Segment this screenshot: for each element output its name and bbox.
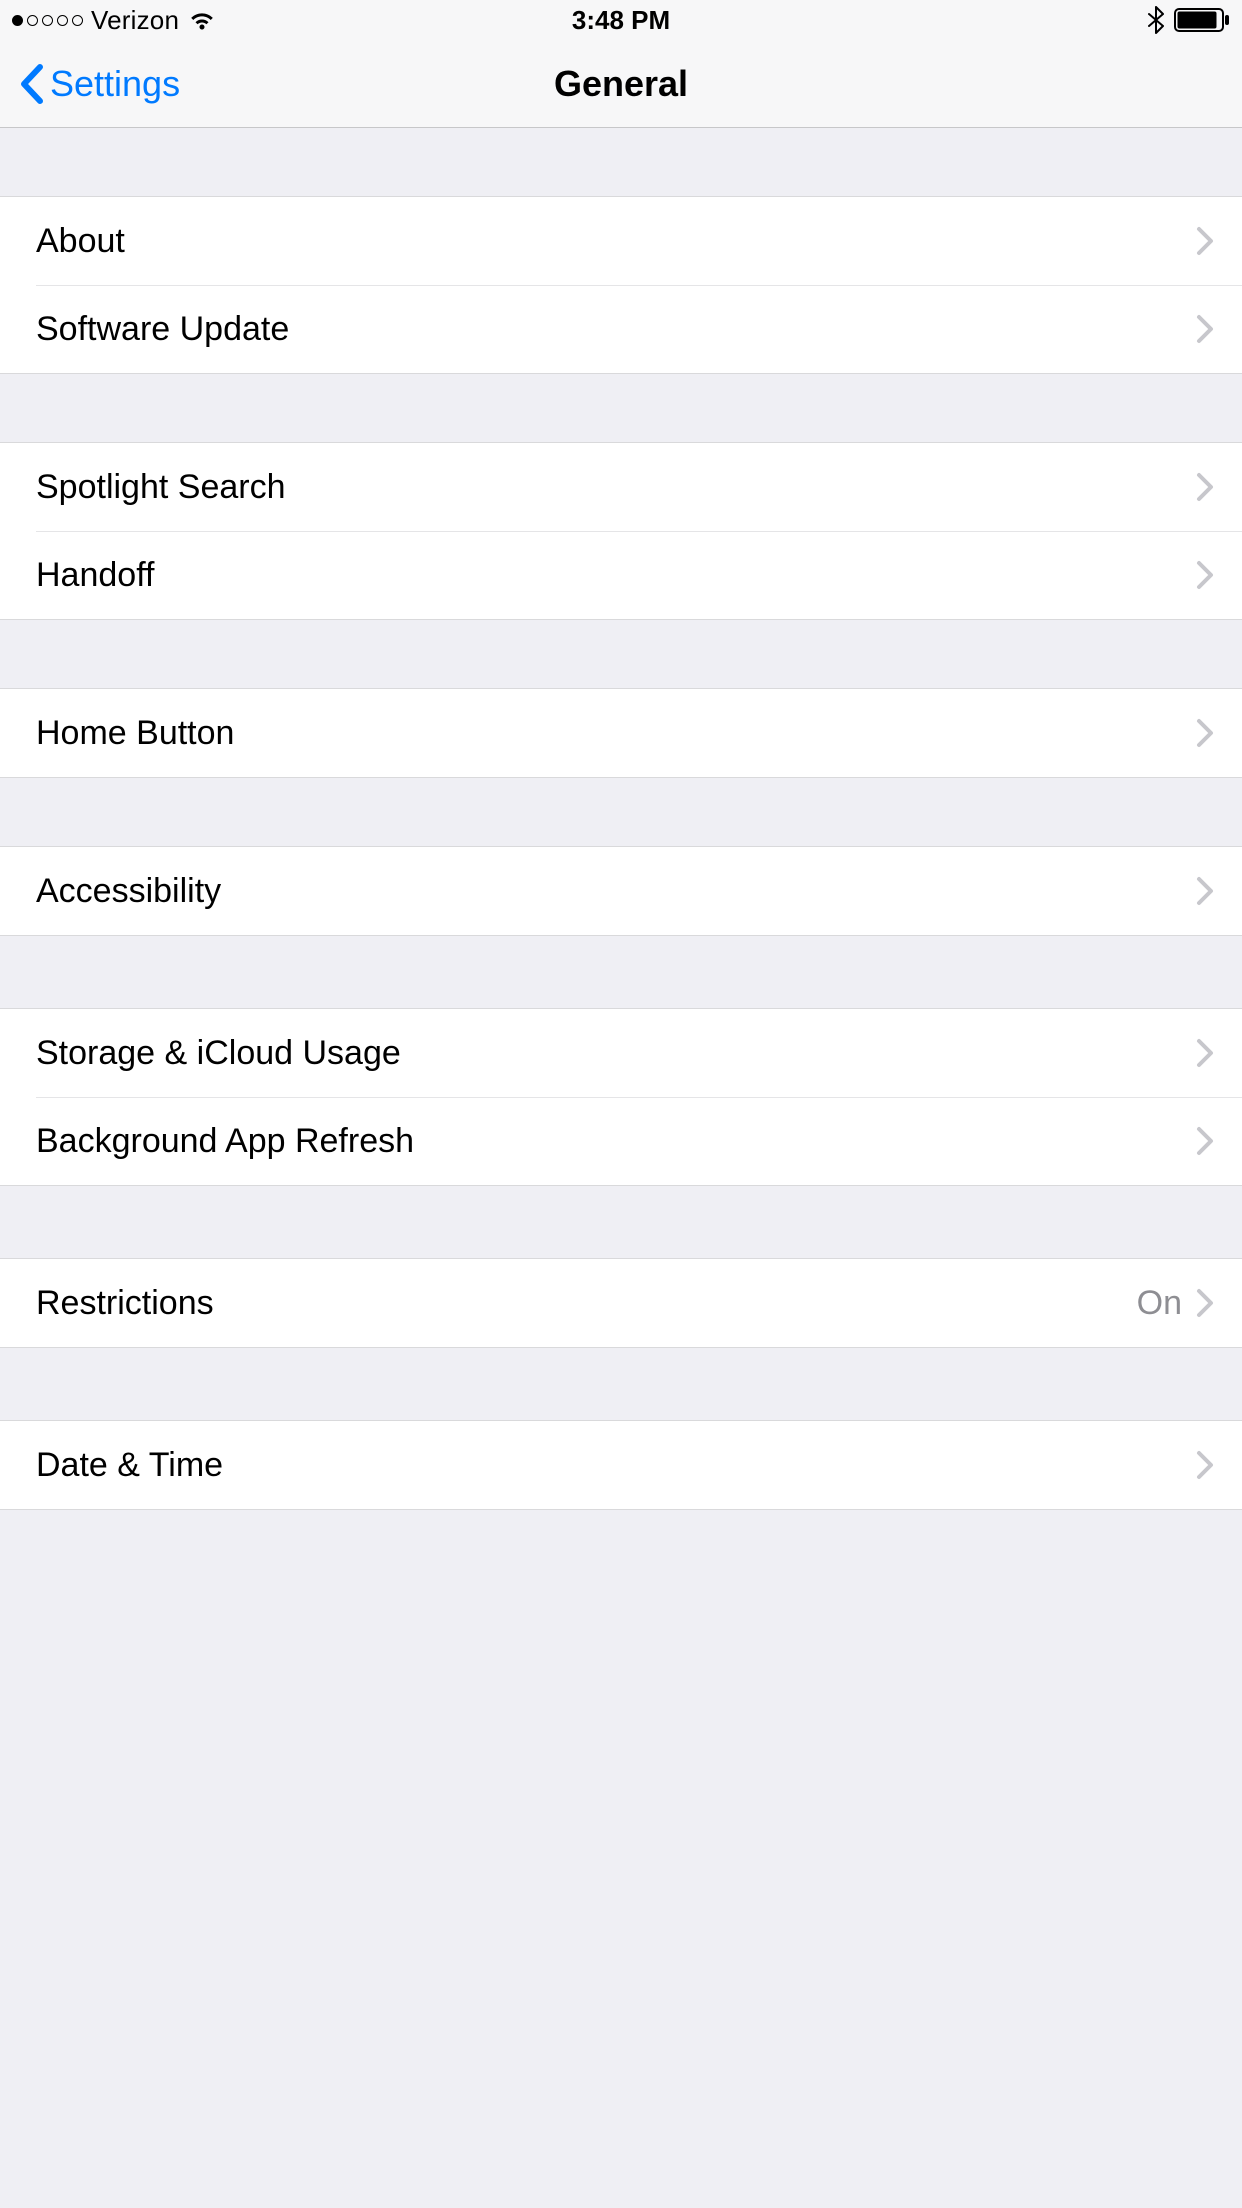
row-software-update[interactable]: Software Update — [0, 285, 1242, 373]
status-time: 3:48 PM — [572, 5, 670, 36]
chevron-right-icon — [1196, 1450, 1214, 1480]
settings-group: Restrictions On — [0, 1258, 1242, 1348]
row-home-button[interactable]: Home Button — [0, 689, 1242, 777]
back-button[interactable]: Settings — [18, 63, 180, 105]
row-label: Storage & iCloud Usage — [36, 1034, 1196, 1073]
section-spacer — [0, 374, 1242, 442]
chevron-right-icon — [1196, 1288, 1214, 1318]
settings-group: Storage & iCloud Usage Background App Re… — [0, 1008, 1242, 1186]
row-storage-icloud-usage[interactable]: Storage & iCloud Usage — [0, 1009, 1242, 1097]
row-handoff[interactable]: Handoff — [0, 531, 1242, 619]
wifi-icon — [187, 9, 217, 31]
section-spacer — [0, 620, 1242, 688]
settings-group: Spotlight Search Handoff — [0, 442, 1242, 620]
battery-icon — [1174, 8, 1230, 32]
bluetooth-icon — [1148, 6, 1164, 34]
settings-group: Home Button — [0, 688, 1242, 778]
row-label: Restrictions — [36, 1284, 1137, 1323]
chevron-right-icon — [1196, 1126, 1214, 1156]
settings-group: Accessibility — [0, 846, 1242, 936]
carrier-label: Verizon — [91, 5, 179, 36]
chevron-right-icon — [1196, 560, 1214, 590]
row-restrictions[interactable]: Restrictions On — [0, 1259, 1242, 1347]
row-label: Background App Refresh — [36, 1122, 1196, 1161]
navigation-bar: Settings General — [0, 40, 1242, 128]
settings-group: Date & Time — [0, 1420, 1242, 1510]
row-background-app-refresh[interactable]: Background App Refresh — [0, 1097, 1242, 1185]
row-label: Home Button — [36, 714, 1196, 753]
chevron-left-icon — [18, 63, 44, 105]
status-left: Verizon — [12, 5, 217, 36]
chevron-right-icon — [1196, 226, 1214, 256]
chevron-right-icon — [1196, 1038, 1214, 1068]
row-value: On — [1137, 1284, 1182, 1323]
status-bar: Verizon 3:48 PM — [0, 0, 1242, 40]
row-label: Accessibility — [36, 872, 1196, 911]
section-spacer — [0, 1186, 1242, 1258]
page-title: General — [554, 63, 688, 105]
chevron-right-icon — [1196, 876, 1214, 906]
section-spacer — [0, 128, 1242, 196]
row-label: Spotlight Search — [36, 468, 1196, 507]
status-right — [1148, 6, 1230, 34]
row-label: Date & Time — [36, 1446, 1196, 1485]
row-label: Handoff — [36, 556, 1196, 595]
row-label: About — [36, 222, 1196, 261]
content-area: About Software Update Spotlight Search H… — [0, 128, 1242, 2208]
row-label: Software Update — [36, 310, 1196, 349]
back-label: Settings — [50, 63, 180, 105]
chevron-right-icon — [1196, 472, 1214, 502]
section-spacer — [0, 778, 1242, 846]
section-spacer — [0, 936, 1242, 1008]
row-accessibility[interactable]: Accessibility — [0, 847, 1242, 935]
signal-strength-icon — [12, 15, 83, 26]
row-about[interactable]: About — [0, 197, 1242, 285]
section-spacer — [0, 1348, 1242, 1420]
chevron-right-icon — [1196, 314, 1214, 344]
chevron-right-icon — [1196, 718, 1214, 748]
settings-group: About Software Update — [0, 196, 1242, 374]
row-spotlight-search[interactable]: Spotlight Search — [0, 443, 1242, 531]
row-date-time[interactable]: Date & Time — [0, 1421, 1242, 1509]
